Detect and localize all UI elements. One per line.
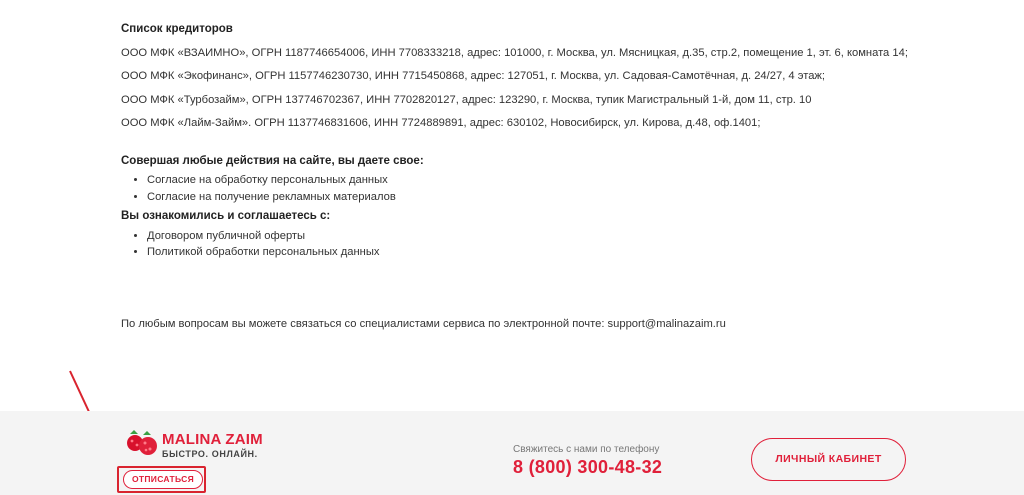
agreed-title: Вы ознакомились и соглашаетесь с: <box>121 210 331 222</box>
phone-link[interactable]: 8 (800) 300-48-32 <box>513 457 662 478</box>
contact-label: Свяжитесь с нами по телефону <box>513 444 660 455</box>
unsubscribe-button[interactable]: ОТПИСАТЬСЯ <box>123 470 203 489</box>
personal-account-button[interactable]: ЛИЧНЫЙ КАБИНЕТ <box>751 438 906 481</box>
creditor-item: ООО МФК «Турбозайм», ОГРН 137746702367, … <box>121 93 812 106</box>
support-text: По любым вопросам вы можете связаться со… <box>121 318 726 330</box>
raspberry-icon <box>127 430 157 455</box>
agreed-list: Договором публичной оферты Политикой обр… <box>121 229 911 261</box>
logo[interactable]: MALINA ZAIM БЫСТРО. ОНЛАЙН. <box>124 428 274 462</box>
creditor-item: ООО МФК «Лайм-Займ». ОГРН 1137746831606,… <box>121 117 761 129</box>
agreed-item-privacy[interactable]: Политикой обработки персональных данных <box>147 245 911 261</box>
footer: MALINA ZAIM БЫСТРО. ОНЛАЙН. ОТПИСАТЬСЯ С… <box>0 411 1024 495</box>
consent-title: Совершая любые действия на сайте, вы дае… <box>121 154 424 167</box>
brand-tagline: БЫСТРО. ОНЛАЙН. <box>162 449 258 459</box>
creditor-item: ООО МФК «ВЗАИМНО», ОГРН 1187746654006, И… <box>121 46 908 59</box>
brand-name: MALINA ZAIM <box>162 431 263 448</box>
consent-item[interactable]: Согласие на получение рекламных материал… <box>147 190 911 206</box>
legal-content: Список кредиторов ООО МФК «ВЗАИМНО», ОГР… <box>121 22 911 265</box>
creditor-item: ООО МФК «Экофинанс», ОГРН 1157746230730,… <box>121 70 826 82</box>
consent-item[interactable]: Согласие на обработку персональных данны… <box>147 173 911 189</box>
creditors-title: Список кредиторов <box>121 23 233 35</box>
consent-list: Согласие на обработку персональных данны… <box>121 173 911 205</box>
agreed-item-offer[interactable]: Договором публичной оферты <box>147 229 911 245</box>
